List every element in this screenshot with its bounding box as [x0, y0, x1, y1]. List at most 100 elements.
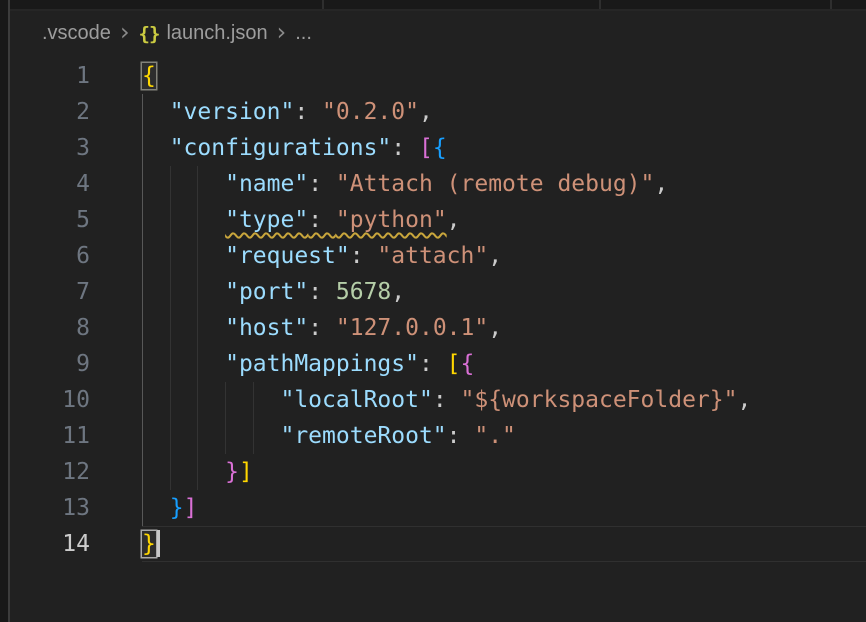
indent-guide: [197, 346, 198, 382]
code-token: [142, 351, 225, 377]
code-line[interactable]: 8 "host": "127.0.0.1",: [10, 310, 866, 346]
line-number[interactable]: 12: [10, 454, 90, 490]
indent-guide: [253, 382, 254, 418]
indent-guide: [197, 382, 198, 418]
tab-separator: [322, 0, 324, 9]
indent-guide: [170, 454, 171, 490]
breadcrumb-symbol[interactable]: ...: [295, 22, 312, 45]
indent-guide: [197, 274, 198, 310]
code-line[interactable]: 3 "configurations": [{: [10, 130, 866, 166]
tab-separator: [599, 0, 601, 9]
code-text[interactable]: }]: [142, 490, 866, 526]
breadcrumb: .vscode › {} launch.json › ...: [10, 11, 866, 56]
line-number[interactable]: 11: [10, 418, 90, 454]
code-editor[interactable]: 1{2 "version": "0.2.0",3 "configurations…: [10, 56, 866, 622]
code-token: :: [447, 423, 475, 449]
code-token: ,: [391, 279, 405, 305]
line-number[interactable]: 13: [10, 490, 90, 526]
code-token: [142, 279, 225, 305]
code-token: :: [350, 243, 378, 269]
code-token: ,: [447, 207, 461, 233]
code-token: "version": [170, 99, 295, 125]
code-token: [142, 99, 170, 125]
code-text[interactable]: "name": "Attach (remote debug)",: [142, 166, 866, 202]
breadcrumb-file[interactable]: launch.json: [166, 22, 267, 45]
line-number[interactable]: 7: [10, 274, 90, 310]
editor-group: .vscode › {} launch.json › ... 1{2 "vers…: [10, 0, 866, 622]
code-token: [142, 171, 225, 197]
line-number[interactable]: 10: [10, 382, 90, 418]
code-token: [142, 135, 170, 161]
code-token: 5678: [336, 279, 391, 305]
code-token: [142, 423, 280, 449]
code-token: :: [308, 279, 336, 305]
code-line[interactable]: 11 "remoteRoot": ".": [10, 418, 866, 454]
indent-guide: [197, 202, 198, 238]
code-line[interactable]: 5 "type": "python",: [10, 202, 866, 238]
code-token: :: [391, 135, 419, 161]
code-token: "port": [225, 279, 308, 305]
code-line[interactable]: 4 "name": "Attach (remote debug)",: [10, 166, 866, 202]
indent-guide: [170, 382, 171, 418]
chevron-right-icon: ›: [111, 18, 139, 49]
indent-guide: [197, 238, 198, 274]
indent-guide: [142, 346, 143, 382]
code-text[interactable]: "localRoot": "${workspaceFolder}",: [142, 382, 866, 418]
indent-guide: [197, 310, 198, 346]
code-token: ]: [239, 459, 253, 485]
code-line[interactable]: 7 "port": 5678,: [10, 274, 866, 310]
code-text[interactable]: "pathMappings": [{: [142, 346, 866, 382]
code-token: :: [308, 315, 336, 341]
code-line[interactable]: 13 }]: [10, 490, 866, 526]
line-number[interactable]: 2: [10, 94, 90, 130]
code-line[interactable]: 10 "localRoot": "${workspaceFolder}",: [10, 382, 866, 418]
code-line[interactable]: 1{: [10, 58, 866, 94]
line-number[interactable]: 8: [10, 310, 90, 346]
code-token: [142, 387, 280, 413]
code-token: [142, 459, 225, 485]
code-line[interactable]: 6 "request": "attach",: [10, 238, 866, 274]
indent-guide: [142, 94, 143, 130]
line-number[interactable]: 5: [10, 202, 90, 238]
code-text[interactable]: "request": "attach",: [142, 238, 866, 274]
indent-guide: [142, 202, 143, 238]
line-number[interactable]: 14: [10, 526, 90, 562]
code-text[interactable]: {: [142, 58, 866, 94]
code-token: ,: [488, 315, 502, 341]
line-number[interactable]: 4: [10, 166, 90, 202]
code-token: [142, 315, 225, 341]
indent-guide: [170, 202, 171, 238]
code-line[interactable]: 14}: [10, 526, 866, 562]
line-number[interactable]: 6: [10, 238, 90, 274]
code-text[interactable]: "remoteRoot": ".": [142, 418, 866, 454]
code-token: }: [170, 495, 184, 521]
indent-guide: [170, 274, 171, 310]
line-number[interactable]: 1: [10, 58, 90, 94]
indent-guide: [142, 130, 143, 166]
code-text[interactable]: "version": "0.2.0",: [142, 94, 866, 130]
code-text[interactable]: }]: [142, 454, 866, 490]
code-token: "127.0.0.1": [336, 315, 488, 341]
breadcrumb-folder[interactable]: .vscode: [42, 22, 111, 45]
code-text[interactable]: }: [142, 526, 866, 562]
indent-guide: [225, 418, 226, 454]
code-token: ,: [737, 387, 751, 413]
indent-guide: [142, 382, 143, 418]
code-token: {: [461, 351, 475, 377]
code-token: "pathMappings": [225, 351, 419, 377]
code-token: "configurations": [170, 135, 392, 161]
line-number[interactable]: 9: [10, 346, 90, 382]
code-line[interactable]: 9 "pathMappings": [{: [10, 346, 866, 382]
chevron-right-icon: ›: [268, 18, 296, 49]
line-number[interactable]: 3: [10, 130, 90, 166]
tab-bar[interactable]: [10, 0, 866, 11]
code-line[interactable]: 2 "version": "0.2.0",: [10, 94, 866, 130]
code-text[interactable]: "host": "127.0.0.1",: [142, 310, 866, 346]
code-line[interactable]: 12 }]: [10, 454, 866, 490]
code-text[interactable]: "port": 5678,: [142, 274, 866, 310]
code-token: "0.2.0": [322, 99, 419, 125]
indent-guide: [170, 238, 171, 274]
code-text[interactable]: "configurations": [{: [142, 130, 866, 166]
code-token: ]: [184, 495, 198, 521]
code-text[interactable]: "type": "python",: [142, 202, 866, 238]
